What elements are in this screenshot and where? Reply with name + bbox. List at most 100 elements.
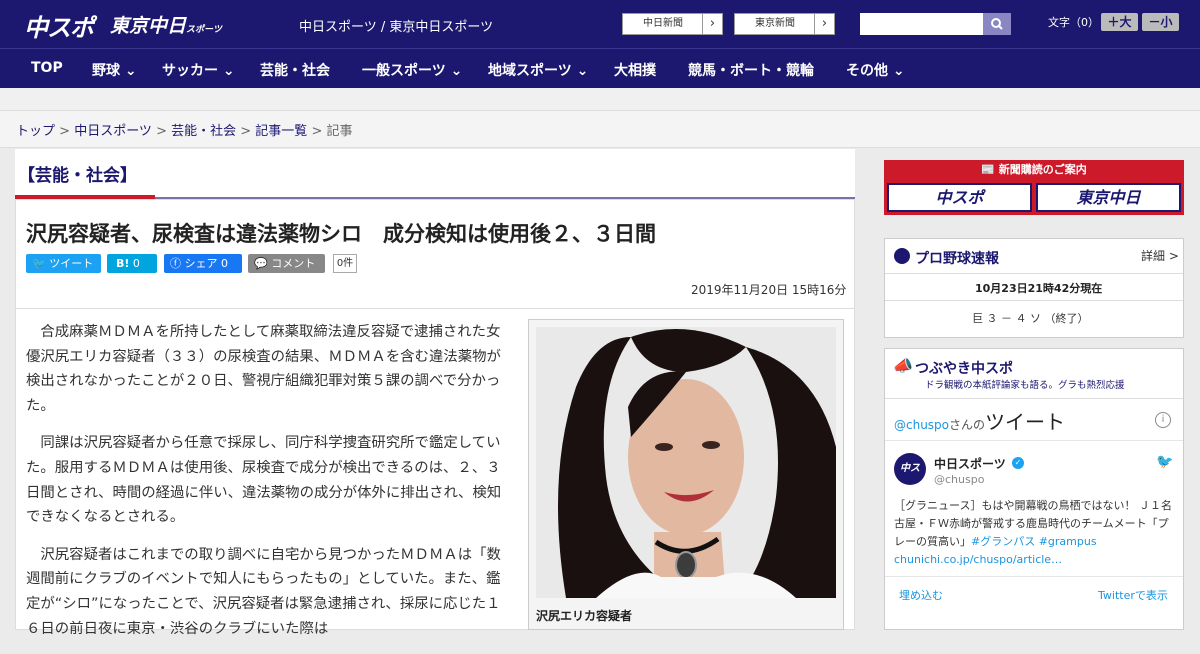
embed-link[interactable]: 埋め込む	[899, 587, 943, 603]
article-body: 合成麻薬ＭＤＭＡを所持したとして麻薬取締法違反容疑で逮捕された女優沢尻エリカ容疑…	[26, 320, 508, 654]
tweet-link[interactable]: chunichi.co.jp/chuspo/article…	[894, 553, 1062, 566]
paragraph: 沢尻容疑者はこれまでの取り調べに自宅から見つかったＭＤＭＡは「数週間前にクラブの…	[26, 546, 501, 637]
logo-tokyo-sub: スポーツ	[186, 25, 222, 35]
breadcrumb-current: 記事	[326, 124, 353, 139]
ad-chuspo-button[interactable]: 中スポ	[887, 183, 1032, 212]
comment-bubble-icon: 💬	[254, 257, 268, 270]
nav-entertainment[interactable]: 芸能・社会	[260, 60, 330, 80]
nav-local-label: 地域スポーツ	[488, 63, 572, 79]
facebook-count: 0	[221, 257, 228, 270]
divider	[885, 273, 1183, 274]
facebook-icon: ⓕ	[170, 257, 181, 270]
timeline-title: ツイート	[985, 410, 1066, 434]
divider	[16, 308, 854, 309]
ad-tokyo-chunichi-button[interactable]: 東京中日	[1036, 183, 1181, 212]
avatar[interactable]: 中ス	[894, 453, 926, 485]
hatena-icon: B!	[116, 257, 130, 270]
article-title: 沢尻容疑者、尿検査は違法薬物シロ 成分検知は使用後２、３日間	[26, 222, 656, 246]
twitter-bird-icon: 🐦	[32, 257, 46, 270]
main-nav: TOP 野球 ⌄ サッカー ⌄ 芸能・社会 一般スポーツ ⌄ 地域スポーツ ⌄ …	[0, 48, 1200, 88]
logo-chuspo[interactable]: 中スポ	[24, 8, 94, 43]
tweets-title: つぶやき中スポ	[915, 361, 1013, 377]
breadcrumb-chunichi[interactable]: 中日スポーツ	[74, 124, 152, 139]
tweet-hashtags[interactable]: #グランパス #grampus	[971, 535, 1097, 548]
nav-racing[interactable]: 競馬・ボート・競輪	[688, 60, 814, 80]
chevron-down-icon: ⌄	[450, 63, 463, 79]
search-input[interactable]	[860, 13, 983, 35]
logo-tokyo-text: 東京中日	[110, 15, 187, 37]
tweet-label: ツイート	[49, 257, 94, 270]
nav-other-label: その他	[846, 63, 888, 79]
view-on-twitter-link[interactable]: Twitterで表示	[1098, 587, 1168, 603]
category-title: 【芸能・社会】	[18, 166, 137, 186]
baseball-score[interactable]: 巨 ３ － ４ ソ （終了）	[972, 310, 1088, 326]
hatena-button[interactable]: B! 0	[107, 254, 157, 273]
baseball-icon	[894, 248, 910, 264]
photo-caption: 沢尻エリカ容疑者	[536, 609, 633, 623]
font-smaller-button[interactable]: －小	[1142, 13, 1179, 31]
twitter-bird-icon[interactable]: 🐦	[1156, 454, 1173, 470]
portrait-image	[536, 327, 836, 598]
font-size-label: 文字（0）	[1048, 16, 1099, 29]
tokyo-label: 東京新聞	[755, 18, 795, 29]
nav-sumo[interactable]: 大相撲	[614, 60, 656, 80]
nav-soccer[interactable]: サッカー ⌄	[162, 60, 235, 80]
divider	[885, 300, 1183, 301]
nav-baseball[interactable]: 野球 ⌄	[92, 60, 137, 80]
nav-baseball-label: 野球	[92, 63, 120, 79]
paragraph: 合成麻薬ＭＤＭＡを所持したとして麻薬取締法違反容疑で逮捕された女優沢尻エリカ容疑…	[26, 324, 501, 414]
chevron-down-icon: ⌄	[892, 63, 905, 79]
nav-local-sports[interactable]: 地域スポーツ ⌄	[488, 60, 588, 80]
facebook-share-button[interactable]: ⓕ シェア 0	[164, 254, 242, 273]
search-button[interactable]	[983, 13, 1011, 35]
tweets-subtitle: ドラ観戦の本紙評論家も語る。グラも熱烈応援	[925, 380, 1125, 391]
hatena-count: 0	[132, 257, 140, 270]
baseball-time: 10月23日21時42分現在	[975, 282, 1103, 295]
tweet-text: ［グラニュース］もはや開幕戦の鳥栖ではない！ Ｊ１名古屋・ＦＷ赤崎が警戒する鹿島…	[894, 497, 1176, 569]
tweet-button[interactable]: 🐦 ツイート	[26, 254, 101, 273]
category-header	[15, 149, 855, 199]
chevron-right-icon: ›	[702, 14, 722, 34]
logo-tokyo-chunichi[interactable]: 東京中日スポーツ	[110, 11, 222, 38]
timeline-handle-connector: さんの	[949, 418, 986, 432]
breadcrumb-top[interactable]: トップ	[16, 124, 55, 139]
megaphone-icon: 📣	[893, 356, 913, 375]
info-icon[interactable]: i	[1155, 412, 1171, 428]
baseball-detail-link[interactable]: 詳細 >	[1141, 247, 1179, 264]
account-name[interactable]: 中日スポーツ	[934, 455, 1006, 472]
nav-general-sports[interactable]: 一般スポーツ ⌄	[362, 60, 462, 80]
paragraph: 同課は沢尻容疑者から任意で採尿し、同庁科学捜査研究所で鑑定していた。服用するＭＤ…	[26, 435, 502, 526]
facebook-label: シェア	[184, 257, 218, 270]
timeline-handle[interactable]: @chuspo	[894, 418, 949, 432]
ad-band	[0, 88, 1200, 110]
site-links[interactable]: 中日スポーツ / 東京中日スポーツ	[299, 16, 493, 35]
comment-count: 0件	[333, 254, 357, 273]
nav-soccer-label: サッカー	[162, 63, 218, 79]
ad-title-label: 新聞購読のご案内	[998, 163, 1087, 176]
divider	[885, 440, 1183, 441]
verified-icon: ✓	[1012, 457, 1024, 469]
article-photo[interactable]	[536, 327, 836, 598]
chunichi-label: 中日新聞	[643, 18, 683, 29]
tokyo-shimbun-button[interactable]: 東京新聞 ›	[734, 13, 835, 35]
chunichi-shimbun-button[interactable]: 中日新聞 ›	[622, 13, 723, 35]
divider	[885, 398, 1183, 399]
comment-button[interactable]: 💬 コメント	[248, 254, 325, 273]
comment-label: コメント	[271, 257, 316, 270]
nav-top[interactable]: TOP	[31, 60, 63, 76]
nav-other[interactable]: その他 ⌄	[846, 60, 905, 80]
account-handle[interactable]: @chuspo	[934, 473, 984, 486]
search-icon	[991, 18, 1003, 30]
chevron-down-icon: ⌄	[124, 63, 137, 79]
chevron-right-icon: ›	[814, 14, 834, 34]
breadcrumb-entertainment[interactable]: 芸能・社会	[171, 124, 236, 139]
timeline-header: @chuspoさんのツイート	[894, 406, 1065, 435]
ad-title: 📰 新聞購読のご案内	[884, 161, 1184, 177]
breadcrumb: トップ > 中日スポーツ > 芸能・社会 > 記事一覧 > 記事	[16, 124, 353, 139]
newspaper-icon: 📰	[981, 163, 995, 176]
font-bigger-button[interactable]: ＋大	[1101, 13, 1138, 31]
chevron-down-icon: ⌄	[576, 63, 589, 79]
baseball-title: プロ野球速報	[915, 251, 999, 267]
nav-general-label: 一般スポーツ	[362, 63, 446, 79]
breadcrumb-list[interactable]: 記事一覧	[255, 124, 307, 139]
